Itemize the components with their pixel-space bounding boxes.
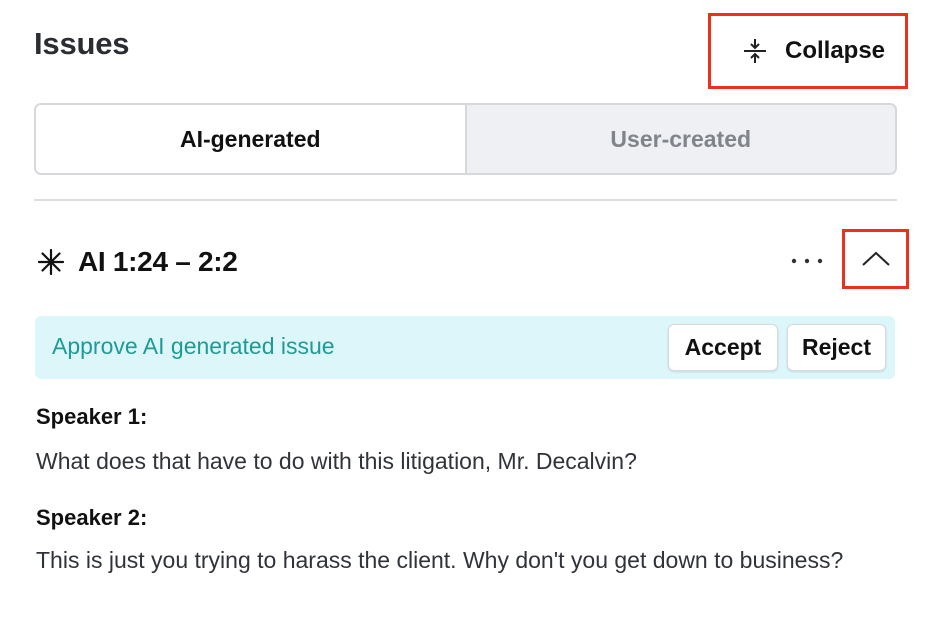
approval-banner: Approve AI generated issue Accept Reject [35, 316, 895, 379]
tab-user-created[interactable]: User-created [464, 105, 895, 173]
chevron-up-icon [861, 251, 890, 266]
issue-source-tabs: AI-generated User-created [34, 103, 897, 175]
utterance-text: What does that have to do with this liti… [36, 448, 637, 474]
issue-header: AI 1:24 – 2:2 [36, 240, 238, 284]
section-divider [34, 199, 897, 201]
collapse-label: Collapse [785, 37, 886, 64]
more-horizontal-icon [791, 258, 823, 264]
issue-title: AI 1:24 – 2:2 [78, 246, 238, 277]
approval-text: Approve AI generated issue [52, 333, 335, 359]
collapse-button[interactable]: Collapse [708, 13, 908, 89]
reject-button[interactable]: Reject [787, 324, 886, 371]
tab-ai-generated[interactable]: AI-generated [36, 105, 465, 173]
more-options-button[interactable] [786, 246, 828, 276]
collapse-issue-button[interactable] [842, 229, 909, 289]
speaker-label: Speaker 2: [36, 505, 148, 530]
utterance-text: This is just you trying to harass the cl… [36, 547, 844, 573]
panel-title: Issues [34, 26, 130, 61]
collapse-vertical-icon [744, 39, 766, 63]
issues-panel: Issues Collapse AI-generated User-create… [0, 0, 940, 625]
speaker-label: Speaker 1: [36, 404, 148, 429]
sparkle-icon [37, 248, 65, 276]
accept-button[interactable]: Accept [668, 324, 778, 371]
